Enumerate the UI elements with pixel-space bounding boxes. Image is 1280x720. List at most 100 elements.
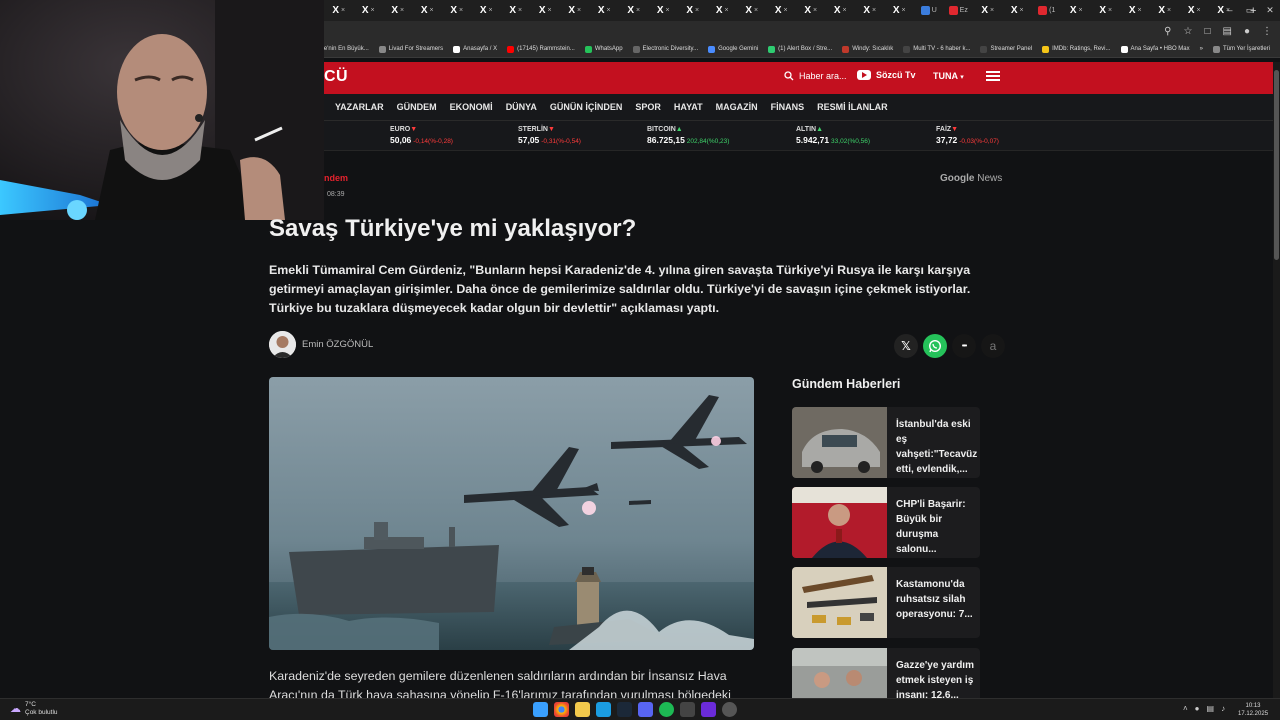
weather-widget[interactable]: ☁ 7°C Çok bulutlu	[10, 701, 58, 717]
site-logo[interactable]: CÜ	[324, 68, 348, 86]
browser-tab[interactable]: X ×	[826, 0, 856, 21]
app-icon[interactable]	[680, 702, 695, 717]
bookmark-item[interactable]: Livad For Streamers	[378, 45, 443, 53]
bookmark-item[interactable]: »	[1200, 46, 1203, 52]
sidebar-news-item[interactable]: Kastamonu'da ruhsatsız silah operasyonu:…	[792, 567, 980, 638]
taskbar-clock[interactable]: 10:13 17.12.2025	[1238, 702, 1268, 718]
bookmark-item[interactable]: Windy: Sıcaklık	[842, 45, 893, 53]
nav-item[interactable]: DÜNYA	[506, 102, 537, 112]
steam-icon[interactable]	[617, 702, 632, 717]
browser-tab[interactable]: X ×	[472, 0, 502, 21]
browser-tab[interactable]: X ×	[619, 0, 649, 21]
profile-icon[interactable]: ●	[1244, 26, 1250, 37]
browser-tab[interactable]: X ×	[560, 0, 590, 21]
browser-tab[interactable]: X ×	[885, 0, 915, 21]
browser-tab[interactable]: U	[914, 0, 944, 21]
extensions-icon[interactable]: □	[1204, 26, 1210, 37]
browser-tab[interactable]: X ×	[354, 0, 384, 21]
google-news-link[interactable]: Google News	[940, 173, 1002, 184]
minimize-icon[interactable]: –	[1220, 0, 1240, 21]
spotify-icon[interactable]	[659, 702, 674, 717]
close-window-icon[interactable]: ✕	[1260, 0, 1280, 21]
nav-item[interactable]: EKONOMİ	[450, 102, 493, 112]
bookmark-item[interactable]: Multi TV - 6 haber k...	[903, 45, 970, 53]
browser-tab[interactable]: X ×	[796, 0, 826, 21]
ticker-item[interactable]: EURO▼ 50,06 -0,14(%-0,28)	[390, 125, 453, 147]
scrollbar-thumb[interactable]	[1274, 70, 1279, 260]
nav-item[interactable]: RESMİ İLANLAR	[817, 102, 888, 112]
app-icon[interactable]	[701, 702, 716, 717]
ticker-item[interactable]: BITCOIN▲ 86.725,15 202,84(%0,23)	[647, 125, 729, 147]
nav-item[interactable]: GÜNDEM	[397, 102, 437, 112]
article-category[interactable]: ndem	[324, 173, 348, 183]
browser-tab[interactable]: Ez	[944, 0, 974, 21]
browser-tab[interactable]: X ×	[1091, 0, 1121, 21]
bookmark-item[interactable]: WhatsApp	[584, 45, 623, 53]
browser-tab[interactable]: X ×	[383, 0, 413, 21]
share-whatsapp-button[interactable]	[923, 334, 947, 358]
bookmark-item[interactable]: Electronic Diversity...	[632, 45, 698, 53]
author-byline[interactable]: Emin ÖZGÖNÜL	[269, 331, 373, 358]
bookmark-item[interactable]: IMDb: Ratings, Revi...	[1042, 45, 1111, 53]
mic-icon[interactable]: ●	[1195, 704, 1200, 713]
discord-icon[interactable]	[638, 702, 653, 717]
file-explorer-icon[interactable]	[575, 702, 590, 717]
bookmark-item[interactable]: Google Gemini	[708, 45, 758, 53]
zoom-icon[interactable]: ⚲	[1164, 26, 1171, 37]
browser-tab[interactable]: X ×	[1150, 0, 1180, 21]
browser-tab[interactable]: X ×	[767, 0, 797, 21]
sidebar-news-item[interactable]: CHP'li Başarir: Büyük bir duruşma salonu…	[792, 487, 980, 558]
browser-tab[interactable]: X ×	[678, 0, 708, 21]
maximize-icon[interactable]: ▭	[1240, 0, 1260, 21]
bookmark-item[interactable]: Anasayfa / X	[453, 45, 497, 53]
split-view-icon[interactable]: ▤	[1223, 26, 1232, 37]
ticker-item[interactable]: FAİZ▼ 37,72 -0,03(%-0,07)	[936, 125, 999, 147]
ticker-item[interactable]: STERLİN▼ 57,05 -0,31(%-0,54)	[518, 125, 581, 147]
browser-tab[interactable]: X ×	[501, 0, 531, 21]
bookmark-item[interactable]: Streamer Panel	[980, 45, 1032, 53]
ticker-item[interactable]: ALTIN▲ 5.942,71 33,02(%0,56)	[796, 125, 870, 147]
browser-tab[interactable]: X ×	[590, 0, 620, 21]
volume-icon[interactable]: ♪	[1221, 704, 1225, 713]
user-menu[interactable]: TUNA ▾	[933, 71, 964, 81]
nav-item[interactable]: SPOR	[635, 102, 661, 112]
settings-icon[interactable]	[722, 702, 737, 717]
edge-icon[interactable]	[596, 702, 611, 717]
chevron-up-icon[interactable]: ˄	[1183, 704, 1188, 713]
browser-tab[interactable]: X ×	[413, 0, 443, 21]
windows-start-icon[interactable]	[533, 702, 548, 717]
browser-tab[interactable]: X ×	[737, 0, 767, 21]
nav-item[interactable]: GÜNÜN İÇİNDEN	[550, 102, 623, 112]
search-button[interactable]: Haber ara...	[784, 71, 847, 81]
nav-item[interactable]: YAZARLAR	[335, 102, 384, 112]
nav-item[interactable]: HAYAT	[674, 102, 703, 112]
sozcu-tv-link[interactable]: Sözcü Tv	[857, 70, 916, 80]
browser-tab[interactable]: X ×	[708, 0, 738, 21]
browser-tab[interactable]: X ×	[324, 0, 354, 21]
browser-tab[interactable]: X ×	[1003, 0, 1033, 21]
network-icon[interactable]: ▤	[1207, 704, 1215, 713]
page-scrollbar[interactable]	[1273, 62, 1280, 698]
bookmark-star-icon[interactable]: ☆	[1183, 26, 1192, 37]
browser-tab[interactable]: (1	[1032, 0, 1062, 21]
browser-tab[interactable]: X ×	[1121, 0, 1151, 21]
browser-tab[interactable]: X ×	[855, 0, 885, 21]
bookmark-item[interactable]: Ana Sayfa • HBO Max	[1120, 45, 1190, 53]
browser-tab[interactable]: X ×	[649, 0, 679, 21]
browser-tab[interactable]: X ×	[1180, 0, 1210, 21]
share-more-button[interactable]: •••	[952, 334, 976, 358]
hamburger-menu-icon[interactable]	[986, 71, 1000, 83]
browser-tab[interactable]: X ×	[442, 0, 472, 21]
font-size-button[interactable]: a	[981, 334, 1005, 358]
bookmark-item[interactable]: (1) Alert Box / Stre...	[768, 45, 832, 53]
bookmark-item[interactable]: (17145) Rammstein...	[507, 45, 575, 53]
browser-menu-icon[interactable]: ⋮	[1262, 26, 1272, 37]
share-x-button[interactable]: 𝕏	[894, 334, 918, 358]
sidebar-news-item[interactable]: İstanbul'da eski eş vahşeti:"Tecavüz ett…	[792, 407, 980, 478]
browser-tab[interactable]: X ×	[531, 0, 561, 21]
nav-item[interactable]: FİNANS	[771, 102, 805, 112]
nav-item[interactable]: MAGAZİN	[716, 102, 758, 112]
bookmark-item[interactable]: Tüm Yer İşaretleri	[1212, 45, 1270, 53]
browser-tab[interactable]: X ×	[1062, 0, 1092, 21]
chrome-icon[interactable]	[554, 702, 569, 717]
